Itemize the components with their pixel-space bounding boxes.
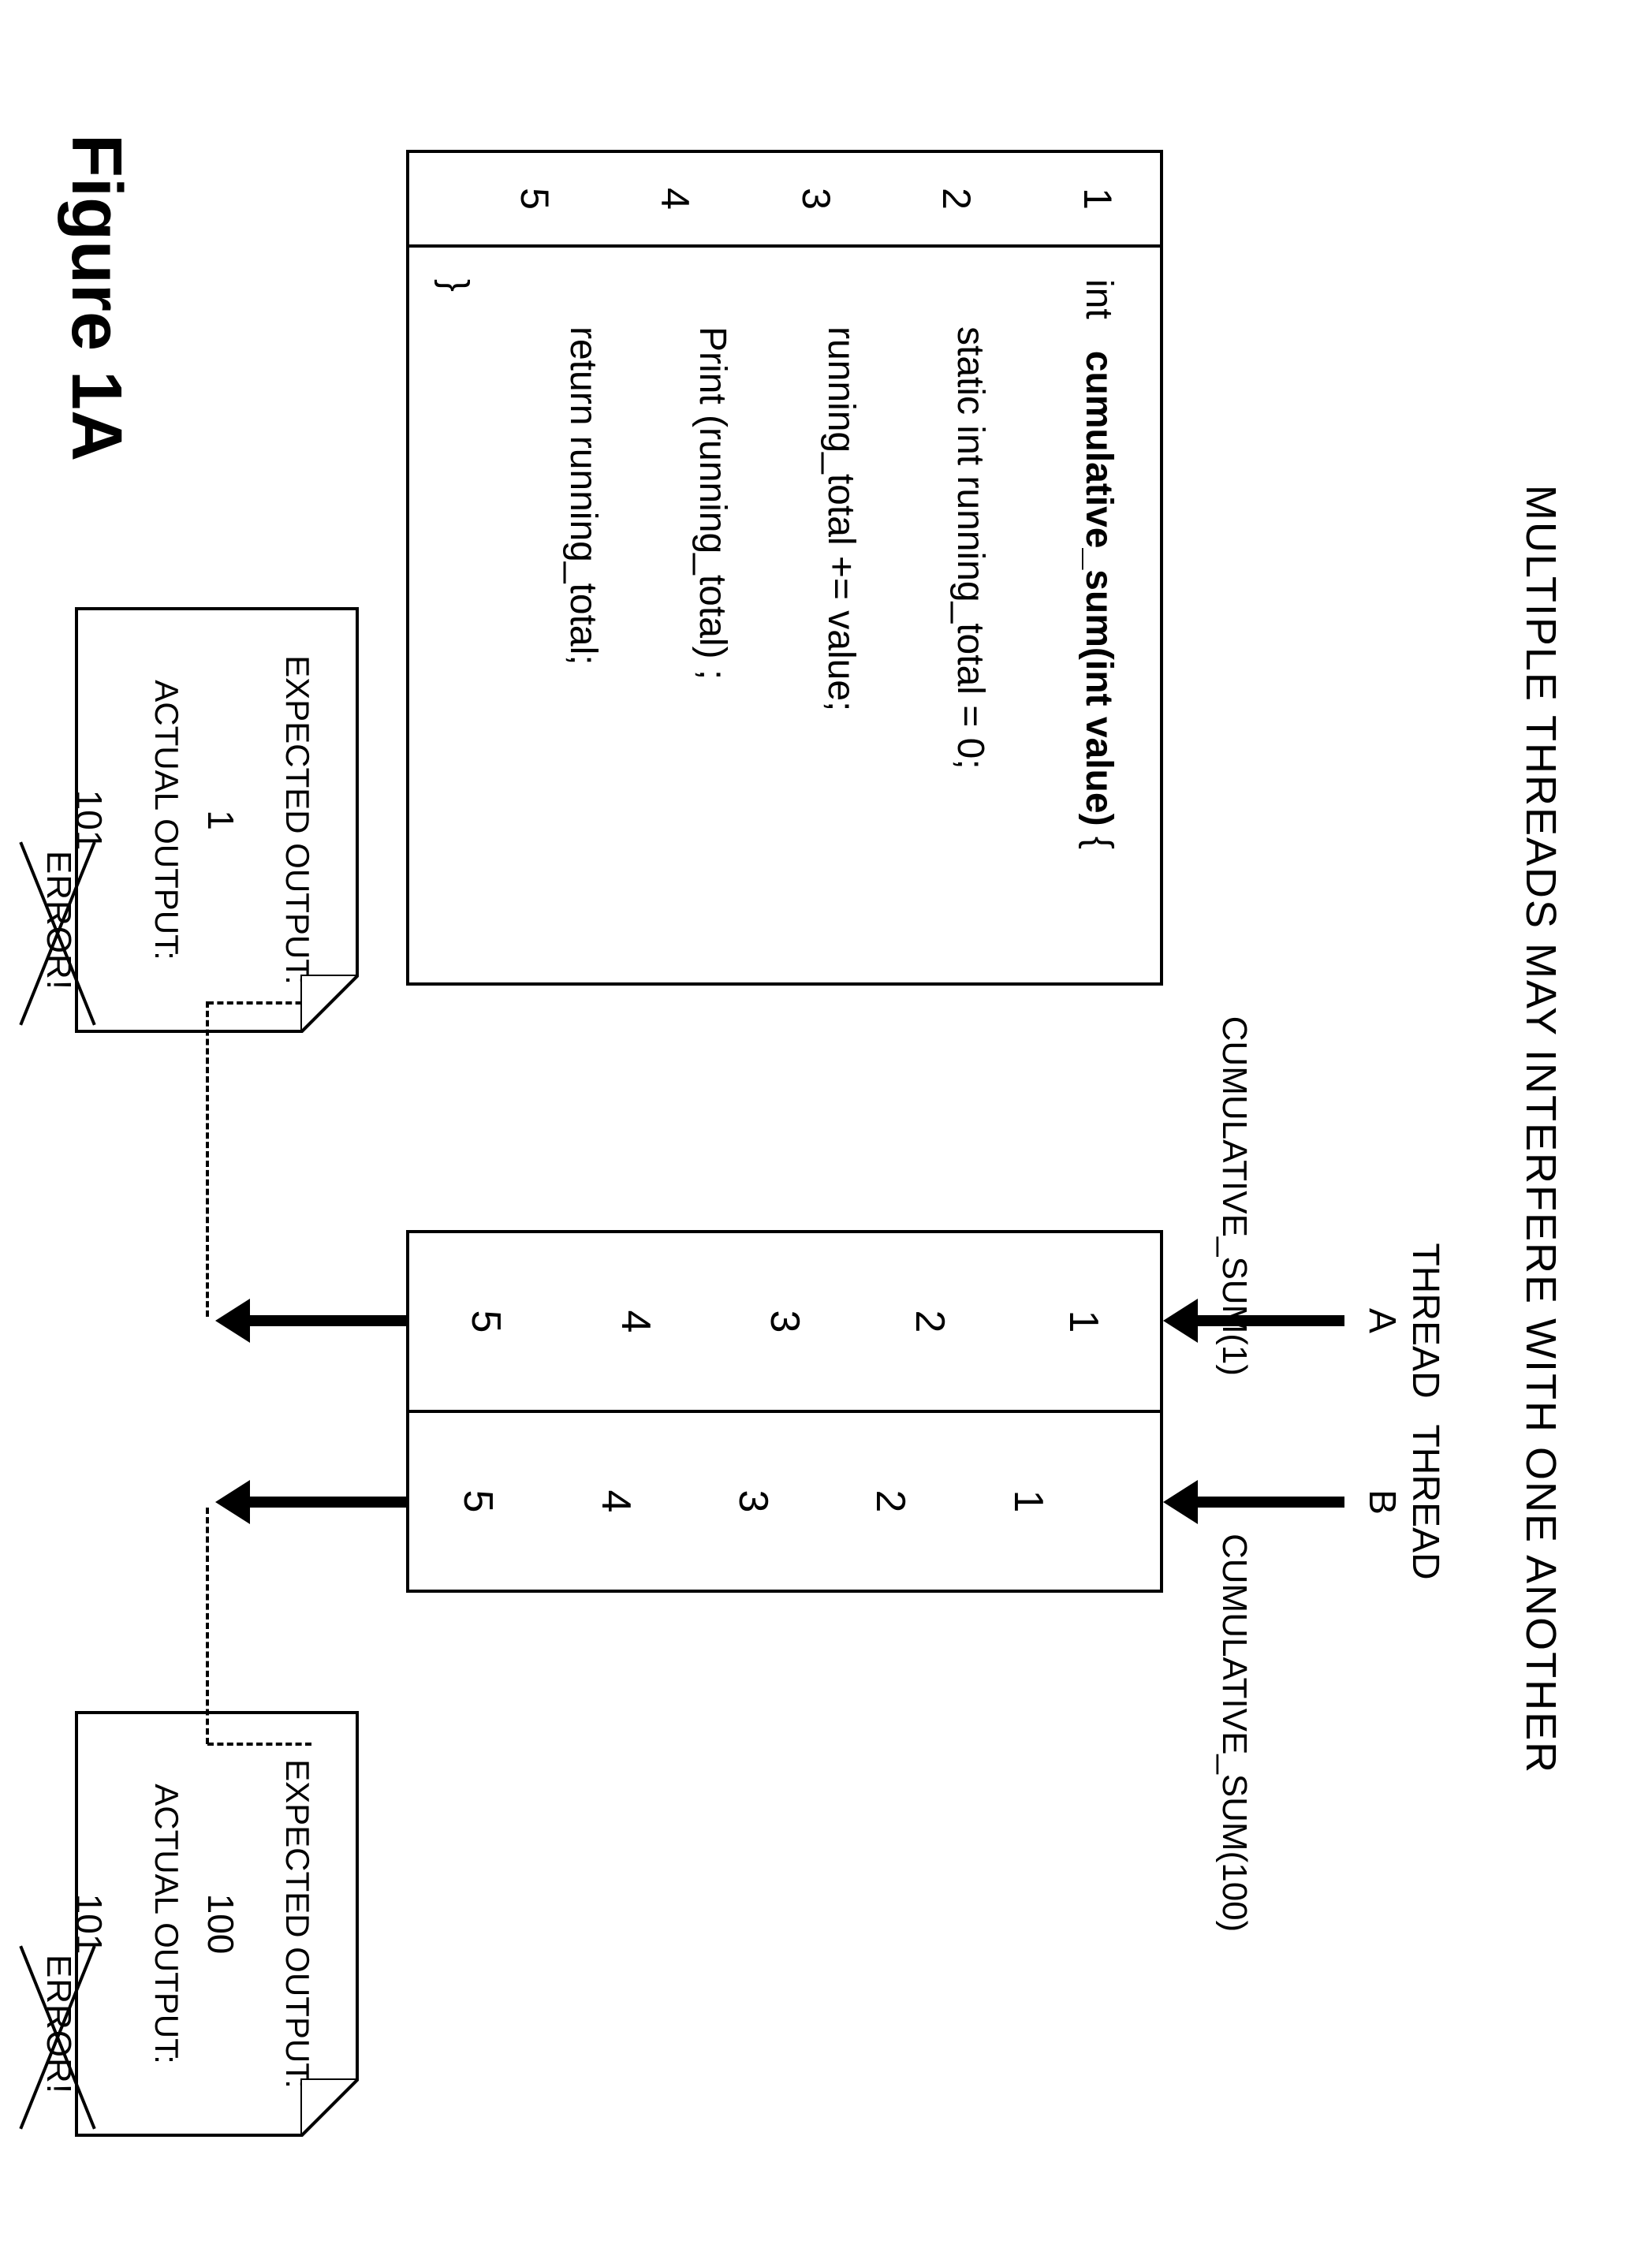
exec-step: 3 (761, 1233, 808, 1410)
code-listing: 1 2 3 4 5 int cumulative_sum(int value) … (406, 150, 1163, 986)
dashed-connector (206, 1508, 209, 1744)
line-num: 5 (512, 153, 558, 244)
dashed-connector (206, 1001, 209, 1317)
exec-step: 4 (592, 1413, 640, 1590)
line-num: 4 (653, 153, 699, 244)
exec-step: 1 (1060, 1233, 1107, 1410)
expected-label: EXPECTED OUTPUT: (278, 634, 316, 1006)
exec-step: 5 (454, 1413, 502, 1590)
thread-b-column: 1 2 3 4 5 (409, 1413, 1160, 1590)
expected-value: 1 (200, 634, 242, 1006)
return-type: int (1078, 279, 1120, 319)
execution-interleaving-table: 1 2 3 4 5 1 2 3 4 5 (406, 1230, 1163, 1593)
error-label: ERROR! (39, 1955, 78, 2094)
expected-value: 100 (200, 1738, 242, 2110)
page-fold-icon (300, 2078, 359, 2137)
brace-open: { (1078, 826, 1120, 849)
code-line-numbers: 1 2 3 4 5 (409, 153, 1160, 248)
output-note-a: EXPECTED OUTPUT: 1 ACTUAL OUTPUT: 101 ER… (75, 607, 359, 1033)
diagram-stage: MULTIPLE THREADS MAY INTERFERE WITH ONE … (0, 0, 1652, 2259)
exec-step: 5 (462, 1233, 509, 1410)
output-note-b: EXPECTED OUTPUT: 100 ACTUAL OUTPUT: 101 … (75, 1711, 359, 2137)
exec-step: 1 (1005, 1413, 1052, 1590)
expected-label: EXPECTED OUTPUT: (278, 1738, 316, 2110)
brace-close: } (433, 279, 476, 951)
code-line: static int running_total = 0; (949, 279, 992, 951)
actual-label: ACTUAL OUTPUT: (147, 634, 185, 1006)
code-line: running_total += value; (819, 279, 863, 951)
thread-a-call: CUMULATIVE_SUM(1) (1214, 997, 1254, 1376)
thread-a-label: THREAD A (1360, 1230, 1447, 1411)
page-fold-icon (300, 975, 359, 1033)
line-num: 2 (934, 153, 980, 244)
line-num: 1 (1075, 153, 1121, 244)
code-line: Print (running_total) ; (691, 279, 734, 951)
actual-label: ACTUAL OUTPUT: (147, 1738, 185, 2110)
figure-label: Figure 1A (55, 134, 136, 461)
line-num: 3 (793, 153, 839, 244)
thread-b-label: THREAD B (1360, 1411, 1447, 1593)
diagram-title: MULTIPLE THREADS MAY INTERFERE WITH ONE … (1516, 0, 1565, 2259)
function-signature: cumulative_sum(int value) (1078, 351, 1120, 826)
code-signature: int cumulative_sum(int value) { (1077, 279, 1121, 951)
exec-step: 4 (612, 1233, 659, 1410)
exec-step: 3 (729, 1413, 777, 1590)
exec-step: 2 (867, 1413, 914, 1590)
exec-step: 2 (906, 1233, 953, 1410)
code-line: return running_total; (561, 279, 605, 951)
thread-b-call: CUMULATIVE_SUM(100) (1214, 1534, 1254, 1932)
code-body: int cumulative_sum(int value) { static i… (409, 248, 1160, 982)
thread-a-column: 1 2 3 4 5 (409, 1233, 1160, 1413)
error-label: ERROR! (39, 851, 78, 990)
